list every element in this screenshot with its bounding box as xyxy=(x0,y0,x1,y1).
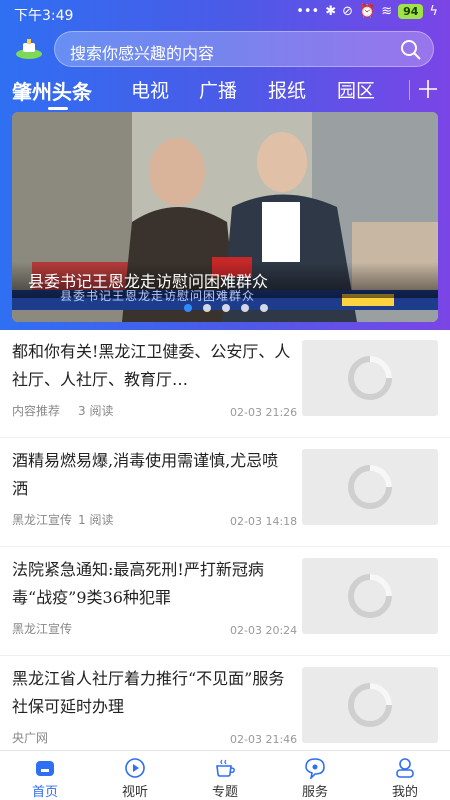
news-item[interactable]: 都和你有关!黑龙江卫健委、公安厅、人社厅、人社厅、教育厅… 内容推荐 3 阅读 … xyxy=(0,330,450,438)
loading-icon xyxy=(348,683,392,727)
nav-label: 专题 xyxy=(211,785,238,800)
chat-icon xyxy=(305,758,325,779)
bottom-nav: 首页 视听 专题 服务 我的 xyxy=(0,750,450,800)
news-title[interactable]: 法院紧急通知:最高死刑!严打新冠病毒“战疫”9类36种犯罪 xyxy=(12,556,292,612)
news-reads: 1 阅读 xyxy=(78,513,114,527)
add-tab-icon[interactable] xyxy=(416,76,440,102)
loading-icon xyxy=(348,574,392,618)
tab-zhaozhou-headlines[interactable]: 肇州头条 xyxy=(12,76,92,105)
tab-park[interactable]: 园区 xyxy=(337,76,375,103)
tab-newspaper[interactable]: 报纸 xyxy=(268,76,306,103)
battery-icon: 94 xyxy=(398,4,424,19)
logo-icon[interactable] xyxy=(14,37,44,61)
news-thumbnail[interactable] xyxy=(302,449,438,525)
search-icon[interactable] xyxy=(399,38,423,62)
news-thumbnail[interactable] xyxy=(302,340,438,416)
nav-topics[interactable]: 专题 xyxy=(180,751,270,800)
loading-icon xyxy=(348,356,392,400)
news-item[interactable]: 酒精易燃易爆,消毒使用需谨慎,尤忌喷洒 黑龙江宣传 1 阅读 02-03 14:… xyxy=(0,439,450,547)
carousel-dot[interactable] xyxy=(241,304,249,312)
top-bar: 搜索你感兴趣的内容 xyxy=(0,30,450,70)
search-bar[interactable]: 搜索你感兴趣的内容 xyxy=(54,31,434,67)
news-title[interactable]: 都和你有关!黑龙江卫健委、公安厅、人社厅、人社厅、教育厅… xyxy=(12,338,292,394)
active-tab-indicator xyxy=(48,107,68,110)
carousel-dot[interactable] xyxy=(260,304,268,312)
carousel-dots xyxy=(184,304,268,312)
news-thumbnail[interactable] xyxy=(302,667,438,743)
tab-tv[interactable]: 电视 xyxy=(131,76,169,103)
search-input[interactable]: 搜索你感兴趣的内容 xyxy=(70,40,214,64)
nav-label: 视听 xyxy=(121,785,148,800)
tab-radio[interactable]: 广播 xyxy=(199,76,237,103)
charging-icon: ϟ xyxy=(429,4,438,19)
news-source: 内容推荐 xyxy=(12,404,61,418)
tab-divider xyxy=(409,80,410,100)
nav-profile[interactable]: 我的 xyxy=(360,751,450,800)
wifi-icon: ≋ xyxy=(381,4,393,19)
news-item[interactable]: 法院紧急通知:最高死刑!严打新冠病毒“战疫”9类36种犯罪 黑龙江宣传 02-0… xyxy=(0,548,450,656)
news-title[interactable]: 黑龙江省人社厅着力推行“不见面”服务 社保可延时办理 xyxy=(12,665,292,721)
carousel-dot[interactable] xyxy=(184,304,192,312)
news-time: 02-03 20:24 xyxy=(230,624,298,637)
carousel-dot[interactable] xyxy=(203,304,211,312)
news-thumbnail[interactable] xyxy=(302,558,438,634)
banner-carousel[interactable]: 县委书记王恩龙走访慰问困难群众 县委书记王恩龙走访慰问困难群众 xyxy=(12,112,438,322)
category-tabs: 肇州头条 电视 广播 报纸 园区 xyxy=(0,74,450,110)
nav-service[interactable]: 服务 xyxy=(270,751,360,800)
news-time: 02-03 14:18 xyxy=(230,515,298,528)
news-title[interactable]: 酒精易燃易爆,消毒使用需谨慎,尤忌喷洒 xyxy=(12,447,292,503)
home-icon xyxy=(36,761,54,776)
alarm-icon: ⏰ xyxy=(359,4,376,19)
news-item[interactable]: 黑龙江省人社厅着力推行“不见面”服务 社保可延时办理 央广网 02-03 21:… xyxy=(0,657,450,765)
loading-icon xyxy=(348,465,392,509)
status-time: 下午3:49 xyxy=(14,8,74,24)
cup-icon xyxy=(216,759,235,777)
news-time: 02-03 21:26 xyxy=(230,406,298,419)
news-time: 02-03 21:46 xyxy=(230,733,298,746)
news-source: 黑龙江宣传 xyxy=(12,622,73,636)
play-icon xyxy=(125,758,145,778)
nav-label: 我的 xyxy=(391,785,418,800)
more-icon: ••• xyxy=(296,4,320,19)
carousel-dot[interactable] xyxy=(222,304,230,312)
mute-icon: ⊘ xyxy=(342,4,354,19)
status-bar: 下午3:49 ••• ✱ ⊘ ⏰ ≋ 94 ϟ xyxy=(0,0,450,28)
news-reads: 3 阅读 xyxy=(78,404,114,418)
nav-label: 服务 xyxy=(301,785,328,800)
nav-label: 首页 xyxy=(31,785,58,800)
bluetooth-icon: ✱ xyxy=(325,4,337,19)
video-subtitle: 县委书记王恩龙走访慰问困难群众 xyxy=(60,289,256,303)
news-source: 黑龙江宣传 xyxy=(12,513,73,527)
news-source: 央广网 xyxy=(12,731,49,745)
nav-home[interactable]: 首页 xyxy=(0,751,90,800)
nav-media[interactable]: 视听 xyxy=(90,751,180,800)
status-icons: ••• ✱ ⊘ ⏰ ≋ 94 ϟ xyxy=(296,4,438,19)
user-icon xyxy=(396,758,414,778)
